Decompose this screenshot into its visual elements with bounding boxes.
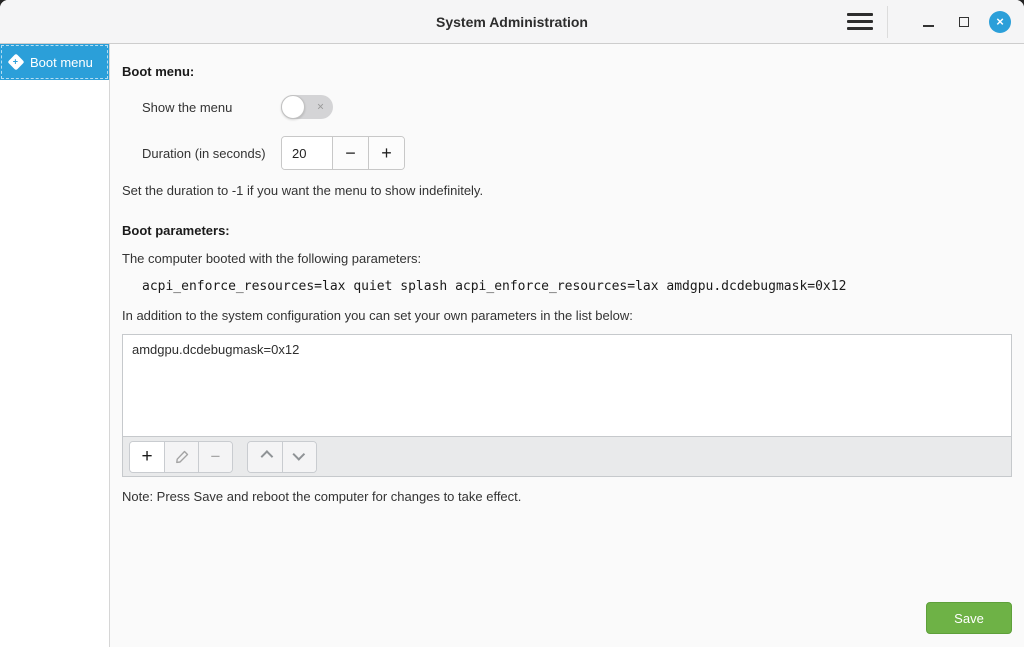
save-button[interactable]: Save — [926, 602, 1012, 634]
sidebar-item-boot-menu[interactable]: + Boot menu — [0, 44, 109, 80]
duration-label: Duration (in seconds) — [142, 146, 281, 161]
boot-menu-section-title: Boot menu: — [122, 64, 1012, 80]
plus-icon: + — [141, 447, 152, 466]
minimize-button[interactable] — [916, 10, 940, 34]
params-toolbar: + − — [122, 437, 1012, 477]
toggle-off-icon: × — [317, 101, 324, 113]
remove-param-button[interactable]: − — [198, 442, 232, 472]
title-bar: System Administration × — [0, 0, 1024, 44]
booted-with-label: The computer booted with the following p… — [122, 251, 1012, 267]
content-panel: Boot menu: Show the menu × Duration (in … — [110, 44, 1024, 647]
add-param-button[interactable]: + — [130, 442, 164, 472]
show-menu-label: Show the menu — [142, 100, 281, 115]
maximize-icon — [959, 17, 969, 27]
maximize-button[interactable] — [952, 10, 976, 34]
move-down-button[interactable] — [282, 442, 316, 472]
save-note: Note: Press Save and reboot the computer… — [122, 489, 1012, 505]
titlebar-separator — [887, 6, 888, 38]
chevron-up-icon — [260, 450, 273, 463]
minimize-icon — [923, 25, 934, 27]
sidebar-item-label: Boot menu — [30, 55, 93, 70]
show-menu-toggle[interactable]: × — [281, 95, 333, 119]
chevron-down-icon — [292, 448, 305, 461]
boot-menu-icon: + — [8, 54, 25, 71]
sidebar: + Boot menu — [0, 44, 110, 647]
duration-input[interactable] — [282, 137, 332, 169]
booted-params-value: acpi_enforce_resources=lax quiet splash … — [142, 279, 1012, 295]
duration-decrement-button[interactable]: − — [332, 137, 368, 169]
edit-param-button[interactable] — [164, 442, 198, 472]
boot-parameters-section-title: Boot parameters: — [122, 223, 1012, 239]
custom-params-label: In addition to the system configuration … — [122, 308, 1012, 324]
close-icon: × — [996, 14, 1004, 29]
custom-params-list[interactable]: amdgpu.dcdebugmask=0x12 — [122, 334, 1012, 437]
duration-spinbox: − + — [281, 136, 405, 170]
minus-icon: − — [211, 448, 221, 465]
menu-icon[interactable] — [847, 9, 873, 35]
duration-increment-button[interactable]: + — [368, 137, 404, 169]
close-button[interactable]: × — [988, 10, 1012, 34]
list-item[interactable]: amdgpu.dcdebugmask=0x12 — [123, 335, 1011, 364]
toggle-knob — [281, 95, 305, 119]
system-administration-window: System Administration × + Boot menu Boot… — [0, 0, 1024, 647]
pencil-icon — [175, 450, 189, 464]
move-button-group — [247, 441, 317, 473]
edit-button-group: + − — [129, 441, 233, 473]
duration-hint: Set the duration to -1 if you want the m… — [122, 183, 1012, 199]
move-up-button[interactable] — [248, 442, 282, 472]
